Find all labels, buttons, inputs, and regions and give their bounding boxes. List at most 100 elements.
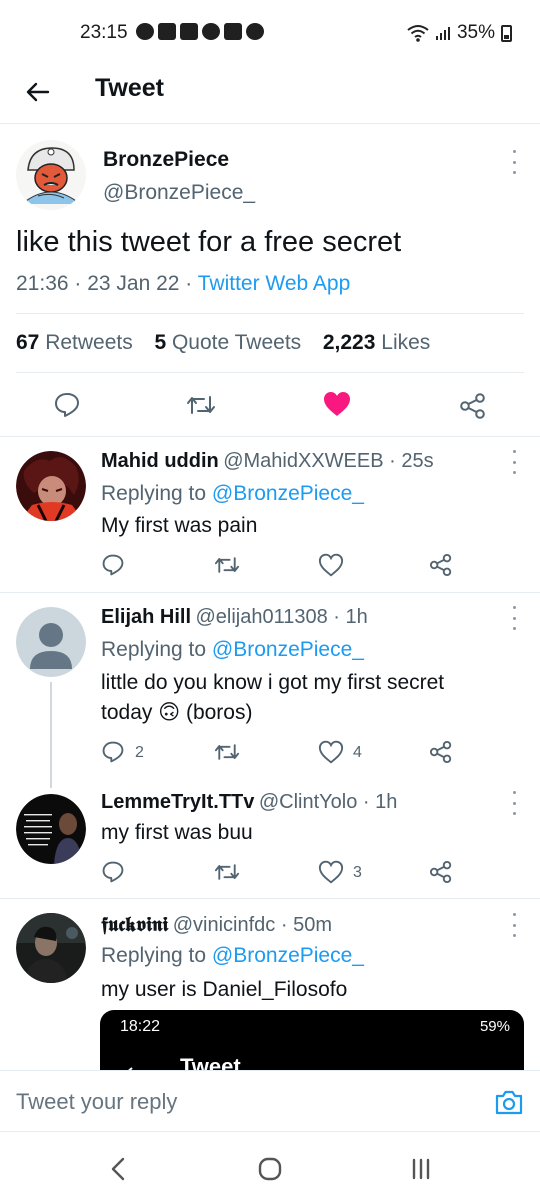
divider (0, 592, 540, 593)
reply-header: Mahid uddin @MahidXXWEEB · 25s (101, 450, 434, 473)
share-icon[interactable] (429, 860, 453, 884)
replying-to: Replying to @BronzePiece_ (101, 482, 364, 506)
more-icon[interactable] (510, 791, 518, 815)
reply-text: My first was pain (101, 514, 258, 537)
reply-author-handle[interactable]: @ClintYolo · 1h (259, 791, 398, 813)
share-icon[interactable] (429, 553, 453, 577)
main-tweet-avatar[interactable] (16, 140, 86, 210)
heart-icon[interactable] (318, 860, 344, 884)
retweet-icon[interactable] (214, 553, 240, 577)
reply-avatar[interactable] (16, 451, 86, 521)
heart-icon[interactable] (318, 740, 344, 764)
reply-avatar[interactable] (16, 794, 86, 864)
embed-battery: 59% (479, 1018, 510, 1035)
reply-text: my user is Daniel_Filosofo (101, 978, 348, 1001)
retweets-label: Retweets (45, 331, 133, 354)
reply-avatar[interactable] (16, 913, 86, 983)
reply-header: Elijah Hill @elijah011308 · 1h (101, 606, 368, 629)
reply-avatar[interactable] (16, 607, 86, 677)
mention-link[interactable]: @BronzePiece_ (212, 482, 364, 505)
more-icon[interactable] (510, 913, 518, 937)
share-icon[interactable] (429, 740, 453, 764)
reply-text-line: little do you know i got my first secret (101, 671, 445, 694)
signal-icon (435, 27, 450, 40)
more-icon[interactable] (510, 150, 518, 174)
reply-icon[interactable] (101, 860, 125, 884)
tweet-timestamp: 21:36 · 23 Jan 22 · (16, 272, 198, 295)
likes-label: Likes (381, 331, 431, 354)
nav-back-icon[interactable] (104, 1154, 134, 1184)
retweets-stat[interactable]: 67 Retweets (16, 331, 133, 354)
reply-input[interactable] (16, 1087, 446, 1117)
retweet-icon[interactable] (214, 860, 240, 884)
tweet-stats: 67 Retweets 5 Quote Tweets 2,223 Likes (16, 331, 430, 355)
status-bar: 23:15 35% (0, 0, 540, 64)
reply-header: 𝖋𝖚𝖈𝖐𝖛𝖎𝖓𝖎 @vinicinfdc · 50m (101, 912, 332, 937)
replying-to: Replying to @BronzePiece_ (101, 638, 364, 662)
nav-home-icon[interactable] (255, 1154, 285, 1184)
reply-author-handle[interactable]: @MahidXXWEEB · 25s (223, 450, 433, 472)
nav-recents-icon[interactable] (406, 1154, 436, 1184)
gmail-icon (180, 23, 198, 40)
system-nav-bar (0, 1134, 540, 1200)
thread-line (50, 682, 52, 788)
reply-icon[interactable] (101, 553, 125, 577)
embed-time: 18:22 (120, 1018, 161, 1035)
main-tweet-meta: 21:36 · 23 Jan 22 · Twitter Web App (16, 272, 350, 296)
snapchat-icon-2 (246, 23, 264, 40)
reply-author-name[interactable]: 𝖋𝖚𝖈𝖐𝖛𝖎𝖓𝖎 (101, 912, 168, 936)
wifi-icon (407, 25, 429, 42)
battery-percent: 35% (456, 22, 495, 43)
reply-header: LemmeTryIt.TTv @ClintYolo · 1h (101, 791, 397, 814)
dnd-icon (202, 23, 220, 40)
battery-icon (501, 24, 512, 42)
divider (16, 372, 524, 373)
divider (0, 436, 540, 437)
reply-composer (0, 1070, 540, 1132)
reply-icon[interactable] (101, 740, 125, 764)
likes-stat[interactable]: 2,223 Likes (323, 331, 430, 354)
reply-author-handle[interactable]: @vinicinfdc · 50m (173, 914, 332, 936)
mention-link[interactable]: @BronzePiece_ (212, 638, 364, 661)
replying-prefix: Replying to (101, 482, 212, 505)
youtube-icon-2 (224, 23, 242, 40)
quotes-count: 5 (154, 331, 167, 354)
main-tweet-author-name[interactable]: BronzePiece (103, 148, 229, 172)
heart-icon[interactable] (322, 390, 352, 418)
reply-text-part: today (101, 701, 159, 724)
mention-link[interactable]: @BronzePiece_ (212, 944, 364, 967)
retweet-icon[interactable] (214, 740, 240, 764)
reply-author-handle[interactable]: @elijah011308 · 1h (195, 606, 367, 628)
camera-icon[interactable] (494, 1088, 524, 1116)
retweet-icon[interactable] (186, 391, 216, 419)
reply-icon[interactable] (53, 391, 81, 419)
share-icon[interactable] (459, 392, 487, 420)
replying-to: Replying to @BronzePiece_ (101, 944, 364, 968)
attached-image[interactable]: 18:22 59% Tweet (100, 1010, 524, 1070)
reply-text-line: today 🙃 (boros) (101, 698, 521, 728)
more-icon[interactable] (510, 606, 518, 630)
upside-down-face-emoji: 🙃 (158, 701, 181, 724)
reply-author-name[interactable]: Mahid uddin (101, 450, 219, 472)
retweets-count: 67 (16, 331, 40, 354)
system-status: 35% (407, 22, 512, 44)
replying-prefix: Replying to (101, 944, 212, 967)
embed-title: Tweet (180, 1054, 241, 1070)
heart-icon[interactable] (318, 553, 344, 577)
back-arrow-icon[interactable] (22, 76, 54, 108)
main-tweet-text: like this tweet for a free secret (16, 226, 402, 258)
like-count: 4 (353, 744, 362, 761)
divider (16, 313, 524, 314)
tweet-source-link[interactable]: Twitter Web App (198, 272, 351, 295)
page-title: Tweet (95, 74, 164, 102)
quotes-stat[interactable]: 5 Quote Tweets (154, 331, 301, 354)
likes-count: 2,223 (322, 331, 376, 354)
snapchat-icon (136, 23, 154, 40)
main-tweet-author-handle[interactable]: @BronzePiece_ (103, 181, 255, 205)
notification-icons (136, 23, 264, 40)
reply-count: 2 (135, 744, 144, 761)
reply-author-name[interactable]: Elijah Hill (101, 606, 191, 628)
reply-author-name[interactable]: LemmeTryIt.TTv (101, 791, 254, 813)
more-icon[interactable] (510, 450, 518, 474)
embed-back-arrow-icon (128, 1067, 133, 1070)
